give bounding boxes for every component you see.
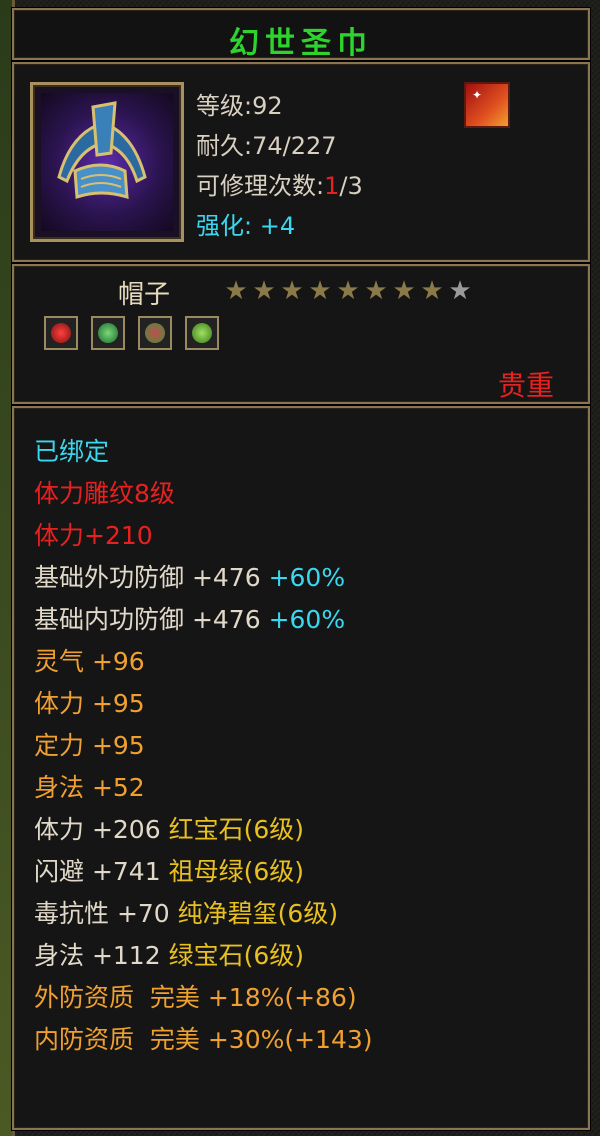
item-meta: 帽子 ★ ★ ★ ★ ★ ★ ★ ★ ★ 贵重 <box>12 264 590 404</box>
repair-prefix: 可修理次数: <box>196 172 325 200</box>
star-empty-icon: ★ <box>448 276 472 306</box>
rarity-label: 贵重 <box>497 369 554 402</box>
attribute-line: 灵气 +96 <box>34 642 145 678</box>
item-durability: 耐久:74/227 <box>196 132 337 160</box>
attribute-text: 体力雕纹8级 <box>34 479 175 508</box>
star-filled-icon: ★ <box>392 276 416 306</box>
attribute-line: 体力雕纹8级 <box>34 474 175 510</box>
attribute-extra: 纯净碧玺(6级) <box>177 899 339 928</box>
star-filled-icon: ★ <box>252 276 276 306</box>
ruby-gem-icon[interactable] <box>44 316 78 350</box>
hat-icon <box>41 93 173 231</box>
attribute-line: 内防资质 完美 +30%(+143) <box>34 1020 373 1056</box>
attribute-line: 体力 +206 红宝石(6级) <box>34 810 304 846</box>
attribute-line: 身法 +112 绿宝石(6级) <box>34 936 304 972</box>
item-title: 幻世圣巾 <box>229 26 373 61</box>
item-level: 等级:92 <box>196 92 283 120</box>
attribute-text: 内防资质 完美 +30%(+143) <box>34 1025 373 1054</box>
gem-slots <box>44 316 227 354</box>
star-filled-icon: ★ <box>420 276 444 306</box>
attribute-extra: 红宝石(6级) <box>168 815 304 844</box>
flame-skill-icon[interactable]: ✦ <box>464 82 510 128</box>
enhance-value: +4 <box>259 212 296 240</box>
star-rating: ★ ★ ★ ★ ★ ★ ★ ★ ★ <box>222 278 474 304</box>
emerald-gem-icon[interactable] <box>138 316 173 350</box>
attribute-text: 体力+210 <box>34 521 153 550</box>
attribute-text: 闪避 +741 <box>34 857 169 886</box>
title-bar: 幻世圣巾 <box>12 8 590 61</box>
attribute-text: 身法 +112 <box>34 941 169 970</box>
attribute-line: 体力+210 <box>34 516 153 552</box>
background-edge <box>0 0 12 1136</box>
attribute-text: 体力 +95 <box>34 689 145 718</box>
item-summary: 等级:92 耐久:74/227 可修理次数:1/3 强化: +4 ✦ <box>12 62 590 262</box>
repair-used: 1 <box>324 172 340 200</box>
attribute-line: 闪避 +741 祖母绿(6级) <box>34 852 304 888</box>
attribute-line: 基础内功防御 +476 +60% <box>34 600 345 636</box>
attribute-extra: +60% <box>268 563 346 592</box>
attribute-line: 基础外功防御 +476 +60% <box>34 558 345 594</box>
item-category: 帽子 <box>118 280 171 310</box>
attribute-line: 外防资质 完美 +18%(+86) <box>34 978 357 1014</box>
attribute-line: 体力 +95 <box>34 684 145 720</box>
star-filled-icon: ★ <box>364 276 388 306</box>
attribute-line: 身法 +52 <box>34 768 145 804</box>
repair-total: /3 <box>339 172 363 200</box>
star-filled-icon: ★ <box>308 276 332 306</box>
star-filled-icon: ★ <box>336 276 360 306</box>
jade-gem-icon[interactable] <box>91 316 126 350</box>
item-repair-count: 可修理次数:1/3 <box>196 166 363 201</box>
item-icon-frame <box>30 82 184 242</box>
attribute-text: 毒抗性 +70 <box>34 899 178 928</box>
attribute-list: 已绑定 体力雕纹8级 体力+210 基础外功防御 +476 +60% 基础内功防御 +4… <box>12 406 590 1130</box>
peridot-gem-icon[interactable] <box>185 316 220 350</box>
attribute-extra: +60% <box>268 605 346 634</box>
attribute-text: 身法 +52 <box>34 773 145 802</box>
attribute-extra: 祖母绿(6级) <box>168 857 304 886</box>
item-enhance: 强化: +4 <box>196 206 295 241</box>
star-filled-icon: ★ <box>224 276 248 306</box>
attribute-text: 体力 +206 <box>34 815 169 844</box>
enhance-label: 强化: <box>196 212 253 240</box>
attribute-text: 基础内功防御 +476 <box>34 605 269 634</box>
attribute-extra: 绿宝石(6级) <box>168 941 304 970</box>
attribute-text: 外防资质 完美 +18%(+86) <box>34 983 357 1012</box>
attribute-text: 已绑定 <box>34 437 110 466</box>
attribute-line: 定力 +95 <box>34 726 145 762</box>
attribute-text: 灵气 +96 <box>34 647 145 676</box>
attribute-text: 定力 +95 <box>34 731 145 760</box>
attribute-line: 毒抗性 +70 纯净碧玺(6级) <box>34 894 338 930</box>
attribute-text: 基础外功防御 +476 <box>34 563 269 592</box>
star-filled-icon: ★ <box>280 276 304 306</box>
attribute-line: 已绑定 <box>34 432 109 468</box>
